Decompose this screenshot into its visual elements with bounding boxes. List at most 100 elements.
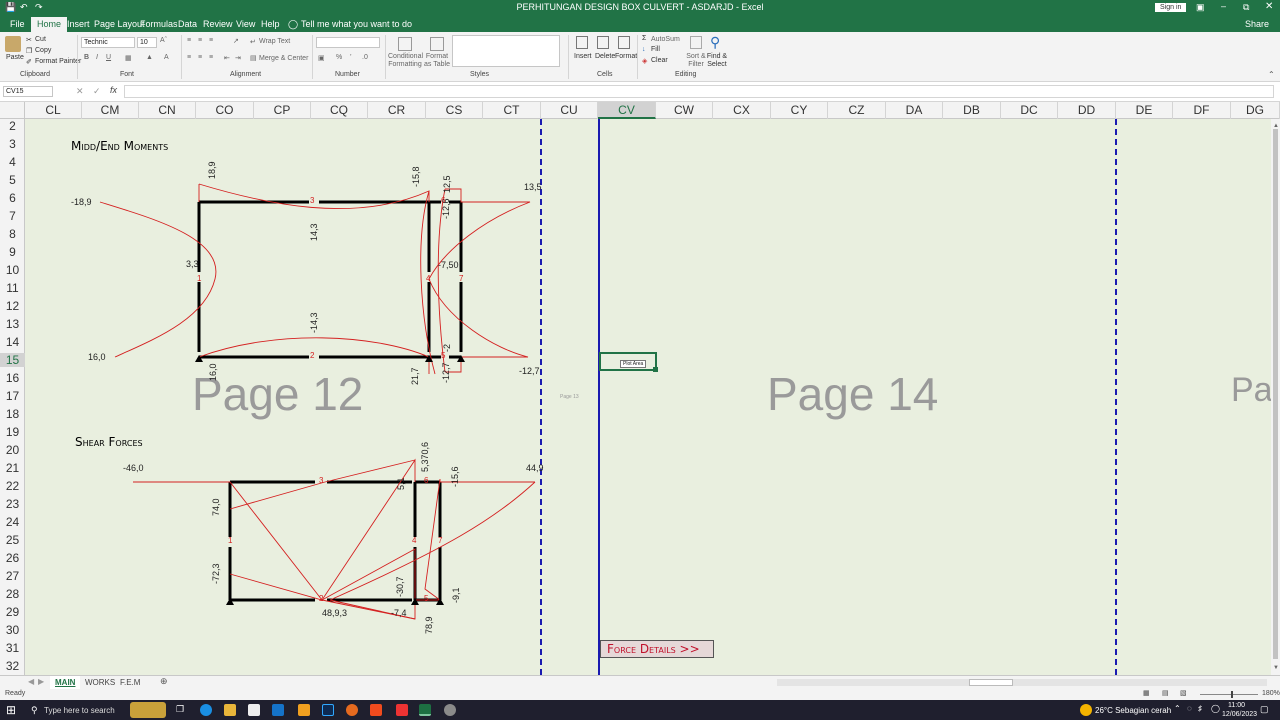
decimal-icon[interactable]: .0	[362, 54, 368, 61]
sign-in-button[interactable]: Sign in	[1155, 3, 1187, 12]
row-header[interactable]: 12	[0, 299, 25, 313]
close-icon[interactable]: ✕	[1265, 1, 1273, 12]
merge-icon[interactable]: ▤	[250, 54, 257, 62]
force-details-button[interactable]: Force Details >>	[600, 640, 714, 658]
format-cells-icon[interactable]	[618, 36, 630, 49]
column-header[interactable]: DA	[886, 102, 943, 119]
align-left-icon[interactable]: ≡	[187, 54, 191, 61]
format-table-icon[interactable]	[430, 37, 444, 51]
file-explorer-icon[interactable]	[224, 704, 236, 716]
maximize-icon[interactable]: ⧉	[1243, 2, 1249, 13]
row-header[interactable]: 22	[0, 479, 25, 493]
row-header[interactable]: 3	[0, 137, 25, 151]
column-header[interactable]: DG	[1231, 102, 1280, 119]
column-header[interactable]: DC	[1001, 102, 1058, 119]
brave-icon[interactable]	[370, 704, 382, 716]
column-header[interactable]: CN	[139, 102, 196, 119]
column-header[interactable]: CL	[25, 102, 82, 119]
row-header[interactable]: 16	[0, 371, 25, 385]
select-all-corner[interactable]	[0, 102, 25, 119]
format-painter-button[interactable]: Format Painter	[35, 58, 81, 65]
app-icon[interactable]	[298, 704, 310, 716]
tab-insert[interactable]: Insert	[67, 19, 90, 29]
task-view-icon[interactable]: ❐	[176, 704, 184, 715]
percent-button[interactable]: %	[336, 54, 342, 61]
format-as-table-button[interactable]: Format as Table	[422, 53, 452, 69]
row-header[interactable]: 4	[0, 155, 25, 169]
font-color-icon[interactable]: A	[164, 54, 169, 61]
row-header[interactable]: 20	[0, 443, 25, 457]
row-header-selected[interactable]: 15	[0, 353, 25, 367]
bold-icon[interactable]: B	[84, 54, 89, 61]
column-header[interactable]: CR	[368, 102, 426, 119]
column-header[interactable]: CU	[541, 102, 598, 119]
column-header[interactable]: DE	[1116, 102, 1173, 119]
font-size-box[interactable]: 10	[137, 37, 157, 48]
cut-button[interactable]: Cut	[35, 36, 46, 43]
collapse-ribbon-icon[interactable]: ⌃	[1268, 70, 1275, 79]
copy-button[interactable]: Copy	[35, 47, 51, 54]
photoshop-icon[interactable]	[322, 704, 334, 716]
column-header[interactable]: CS	[426, 102, 483, 119]
row-header[interactable]: 13	[0, 317, 25, 331]
ribbon-display-icon[interactable]: ▣	[1196, 2, 1205, 13]
row-header[interactable]: 10	[0, 263, 25, 277]
confirm-entry-icon[interactable]: ✓	[93, 86, 101, 97]
tray-chevron-icon[interactable]: ⌃	[1174, 704, 1181, 713]
number-format-box[interactable]	[316, 37, 380, 48]
sheet-tab-main[interactable]: MAIN	[50, 676, 81, 689]
column-header[interactable]: CW	[656, 102, 713, 119]
tab-file[interactable]: File	[10, 19, 25, 29]
prev-sheet-icon[interactable]: ◀	[28, 677, 34, 686]
zoom-level[interactable]: 180%	[1262, 690, 1280, 697]
row-header[interactable]: 5	[0, 173, 25, 187]
column-header[interactable]: CM	[82, 102, 139, 119]
align-right-icon[interactable]: ≡	[209, 54, 213, 61]
font-name-box[interactable]: Technic	[81, 37, 135, 48]
tab-page-layout[interactable]: Page Layout	[94, 19, 145, 29]
conditional-formatting-button[interactable]: Conditional Formatting	[388, 53, 423, 69]
column-header-selected[interactable]: CV	[598, 102, 656, 119]
formula-input[interactable]	[124, 85, 1274, 98]
tab-view[interactable]: View	[236, 19, 255, 29]
row-header[interactable]: 31	[0, 641, 25, 655]
delete-button[interactable]: Delete	[595, 53, 615, 60]
insert-button[interactable]: Insert	[574, 53, 592, 60]
column-header[interactable]: CZ	[828, 102, 886, 119]
worksheet-grid[interactable]: Page 12 Page 13 Page 14 Pa Midd/End Mome…	[25, 119, 1271, 675]
language-icon[interactable]: ◯	[1211, 704, 1220, 713]
scissors-icon[interactable]: ✂	[26, 36, 32, 44]
row-header[interactable]: 30	[0, 623, 25, 637]
column-header[interactable]: DF	[1173, 102, 1231, 119]
row-header[interactable]: 11	[0, 281, 25, 295]
fill-handle[interactable]	[653, 367, 658, 372]
row-header[interactable]: 25	[0, 533, 25, 547]
firefox-icon[interactable]	[346, 704, 358, 716]
fill-down-icon[interactable]: ↓	[642, 46, 646, 53]
delete-cells-icon[interactable]	[597, 36, 609, 49]
add-sheet-icon[interactable]: ⊕	[160, 676, 168, 687]
normal-view-icon[interactable]: ▦	[1143, 689, 1150, 697]
orientation-icon[interactable]: ↗	[233, 37, 239, 45]
column-header[interactable]: CY	[771, 102, 828, 119]
next-sheet-icon[interactable]: ▶	[38, 677, 44, 686]
vertical-scroll-thumb[interactable]	[1273, 129, 1278, 659]
taskbar-search[interactable]: Type here to search	[44, 706, 115, 715]
app-icon[interactable]	[444, 704, 456, 716]
find-select-button[interactable]: Find & Select	[706, 53, 728, 69]
autosum-button[interactable]: AutoSum	[651, 36, 680, 43]
scroll-down-icon[interactable]: ▼	[1273, 665, 1279, 671]
zoom-slider[interactable]	[1200, 691, 1258, 698]
wrap-text-button[interactable]: Wrap Text	[259, 38, 290, 45]
column-header[interactable]: CO	[196, 102, 254, 119]
merge-center-button[interactable]: Merge & Center	[259, 55, 308, 62]
clock-time[interactable]: 11:00	[1228, 702, 1245, 709]
row-header[interactable]: 28	[0, 587, 25, 601]
row-header[interactable]: 17	[0, 389, 25, 403]
name-box[interactable]: CV15	[3, 86, 53, 97]
page-layout-view-icon[interactable]: ▤	[1162, 689, 1169, 697]
sigma-icon[interactable]: Σ	[642, 35, 646, 42]
minimize-icon[interactable]: –	[1221, 1, 1226, 11]
align-center-icon[interactable]: ≡	[198, 54, 202, 61]
column-header[interactable]: CX	[713, 102, 771, 119]
